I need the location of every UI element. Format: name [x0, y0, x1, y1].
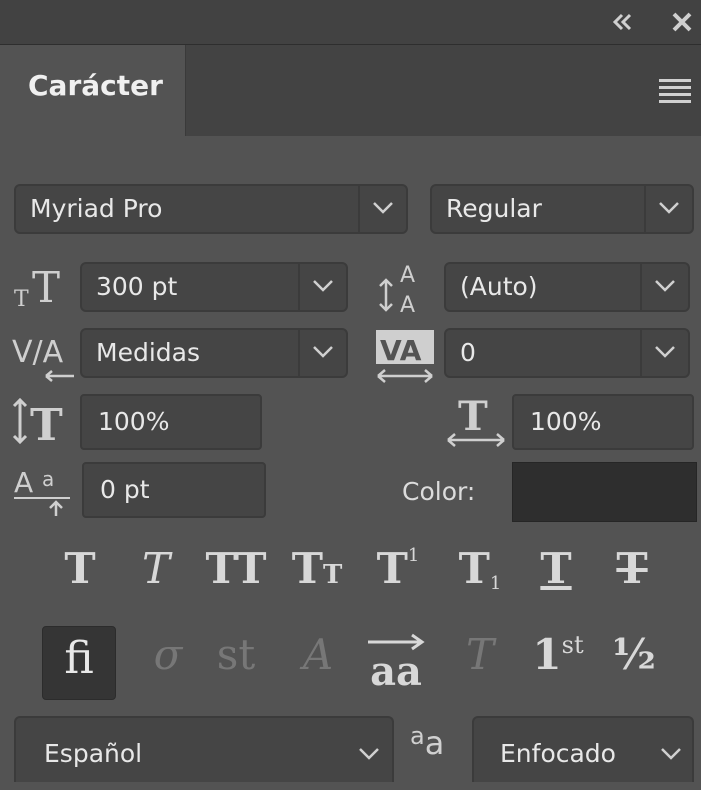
- horizontal-scale-icon: T: [444, 393, 510, 454]
- svg-text:A: A: [400, 293, 415, 316]
- font-size-value: 300 pt: [96, 272, 178, 301]
- double-chevron-left-icon[interactable]: [608, 8, 636, 36]
- baseline-shift-value: 0 pt: [100, 475, 150, 504]
- horizontal-scale-input[interactable]: 100%: [512, 394, 694, 450]
- panel-titlebar: [0, 0, 701, 45]
- swash-button[interactable]: A: [290, 630, 346, 679]
- faux-italic-button[interactable]: T: [132, 544, 180, 593]
- chevron-down-icon[interactable]: [298, 330, 346, 376]
- color-label: Color:: [402, 477, 476, 506]
- chevron-down-icon[interactable]: [656, 732, 692, 778]
- tab-bar: Carácter: [0, 45, 701, 136]
- ligatures-glyph: fi: [64, 633, 94, 684]
- kerning-select[interactable]: Medidas: [80, 328, 348, 378]
- tracking-value: 0: [460, 338, 476, 367]
- antialiasing-select[interactable]: Enfocado: [472, 716, 694, 782]
- chevron-down-icon[interactable]: [346, 732, 392, 778]
- svg-text:A: A: [400, 263, 415, 288]
- subscript-base: T: [458, 544, 490, 593]
- small-caps-button[interactable]: TT: [288, 544, 346, 593]
- font-style-value: Regular: [446, 194, 542, 223]
- horizontal-scale-value: 100%: [530, 407, 602, 436]
- vertical-scale-input[interactable]: 100%: [80, 394, 262, 450]
- svg-text:T: T: [14, 287, 29, 312]
- aa-small: a: [410, 722, 425, 750]
- leading-icon: AA: [374, 258, 436, 320]
- discretionary-ligatures-button[interactable]: σ: [140, 630, 196, 679]
- chevron-down-icon[interactable]: [640, 264, 688, 310]
- font-style-select[interactable]: Regular: [430, 184, 694, 234]
- baseline-shift-icon: Aa: [10, 464, 76, 524]
- strikethrough-button[interactable]: T: [606, 544, 658, 593]
- svg-text:T: T: [30, 400, 63, 450]
- font-size-select[interactable]: 300 pt: [80, 262, 348, 312]
- ligatures-button[interactable]: fi: [42, 626, 116, 700]
- all-caps-button[interactable]: TT: [204, 544, 268, 593]
- hamburger-menu-icon[interactable]: [659, 79, 691, 103]
- tab-character[interactable]: Carácter: [0, 45, 186, 136]
- color-swatch[interactable]: [512, 462, 697, 522]
- antialiasing-value: Enfocado: [500, 739, 616, 768]
- small-caps-small: T: [322, 560, 343, 590]
- fractions-button[interactable]: ½: [606, 630, 662, 679]
- svg-text:V/A: V/A: [12, 335, 64, 370]
- chevron-down-icon[interactable]: [298, 264, 346, 310]
- svg-text:a: a: [42, 467, 54, 491]
- kerning-value: Medidas: [96, 338, 200, 367]
- font-family-value: Myriad Pro: [30, 194, 163, 223]
- font-size-icon: TT: [12, 262, 72, 316]
- superscript-mark: 1: [407, 545, 420, 566]
- tab-title: Carácter: [28, 69, 163, 102]
- titling-alternates-button[interactable]: aa: [364, 630, 428, 695]
- titling-glyph: aa: [370, 648, 422, 695]
- superscript-button[interactable]: T1: [370, 544, 426, 593]
- tracking-icon: VA: [374, 328, 438, 390]
- language-select[interactable]: Español: [14, 716, 394, 782]
- subscript-mark: 1: [489, 573, 502, 594]
- ordinal-base: 1: [532, 630, 562, 679]
- chevron-down-icon[interactable]: [644, 186, 692, 232]
- aa-large: a: [424, 724, 445, 762]
- ordinals-button[interactable]: 1st: [526, 630, 590, 679]
- leading-value: (Auto): [460, 272, 538, 301]
- superscript-base: T: [376, 544, 408, 593]
- chevron-down-icon[interactable]: [358, 186, 406, 232]
- tracking-select[interactable]: 0: [444, 328, 690, 378]
- antialiasing-icon: aa: [410, 722, 444, 762]
- font-family-select[interactable]: Myriad Pro: [14, 184, 408, 234]
- subscript-button[interactable]: T1: [452, 544, 508, 594]
- old-style-button[interactable]: st: [208, 630, 264, 679]
- underline-button[interactable]: T: [530, 544, 582, 593]
- vertical-scale-icon: T: [10, 394, 76, 454]
- svg-text:T: T: [458, 394, 488, 440]
- stylistic-alternates-button[interactable]: T: [452, 630, 508, 679]
- svg-text:A: A: [14, 466, 33, 499]
- svg-text:VA: VA: [380, 334, 422, 367]
- language-value: Español: [44, 739, 143, 768]
- kerning-icon: V/A: [10, 328, 76, 388]
- svg-text:T: T: [32, 263, 60, 312]
- baseline-shift-input[interactable]: 0 pt: [82, 462, 266, 518]
- faux-bold-button[interactable]: T: [56, 544, 104, 593]
- small-caps-big: T: [291, 544, 323, 593]
- chevron-down-icon[interactable]: [640, 330, 688, 376]
- close-icon[interactable]: [668, 8, 696, 36]
- leading-select[interactable]: (Auto): [444, 262, 690, 312]
- ordinal-mark: st: [561, 631, 584, 659]
- vertical-scale-value: 100%: [98, 407, 170, 436]
